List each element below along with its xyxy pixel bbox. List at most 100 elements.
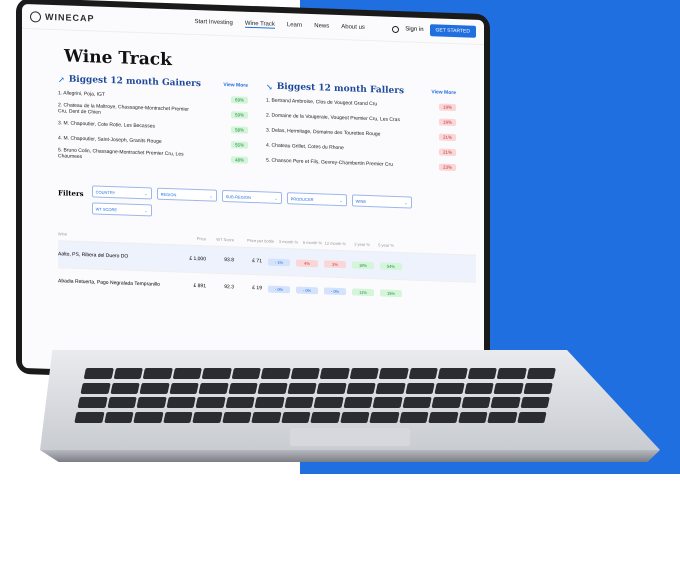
score-cell: 92.3 xyxy=(224,283,234,291)
change-6m-badge: 4% xyxy=(296,259,318,267)
wine-name: 3. Delas, Hermitage, Domaine des Tourett… xyxy=(266,127,381,138)
nav-learn[interactable]: Learn xyxy=(287,22,302,30)
laptop-deck xyxy=(40,350,660,450)
get-started-button[interactable]: GET STARTED xyxy=(429,24,476,38)
laptop-front-edge xyxy=(40,450,660,462)
select-label: REGION xyxy=(160,191,177,197)
column-header-wine[interactable]: Wine xyxy=(58,231,168,240)
change-3y-badge: 18% xyxy=(352,260,374,269)
fallers-title: Biggest 12 month Fallers xyxy=(276,81,405,97)
chevron-down-icon: ⌄ xyxy=(144,207,148,213)
laptop-screen: WINECAP Start Investing Wine Track Learn… xyxy=(22,3,484,385)
trade-cell: £ 19 xyxy=(252,284,262,292)
change-12m-badge: - 0% xyxy=(324,286,346,295)
change-badge: 21% xyxy=(438,132,456,141)
chevron-down-icon: ⌄ xyxy=(274,195,278,201)
wine-select[interactable]: WINE ⌄ xyxy=(351,194,412,209)
region-select[interactable]: REGION ⌄ xyxy=(156,187,217,202)
movers-panels: ↗ Biggest 12 month Gainers View More 1. … xyxy=(58,74,474,177)
price-cell: £ 1,000 xyxy=(189,255,206,263)
change-badge: 59% xyxy=(230,110,248,119)
chevron-down-icon: ⌄ xyxy=(339,197,343,203)
wine-name: 2. Chateau de la Maltroye, Chassagne-Mon… xyxy=(58,102,189,116)
logo-icon xyxy=(30,10,41,23)
change-6m-badge: - 0% xyxy=(296,286,318,294)
wine-name: 2. Domaine de la Vougeraie, Vougeot Prem… xyxy=(266,112,400,124)
fallers-panel: ↘ Biggest 12 month Fallers View More 1. … xyxy=(266,81,456,176)
wine-cell: Abadia Retuerta, Pago Negralada Temprani… xyxy=(58,278,160,288)
price-cell: £ 891 xyxy=(193,282,206,290)
touchpad xyxy=(290,428,410,446)
change-3m-badge: - 1% xyxy=(268,258,290,266)
wine-name: 1. Bertrand Ambroise, Clos de Vougeot Gr… xyxy=(266,97,378,108)
fallers-view-more-link[interactable]: View More xyxy=(431,89,456,96)
chevron-down-icon: ⌄ xyxy=(209,192,213,199)
change-badge: 58% xyxy=(230,125,248,134)
change-badge: 69% xyxy=(230,95,248,104)
logo[interactable]: WINECAP xyxy=(30,10,95,24)
sub-region-select[interactable]: SUB-REGION ⌄ xyxy=(221,189,282,204)
nav-news[interactable]: News xyxy=(314,23,329,31)
country-select[interactable]: COUNTRY ⌄ xyxy=(91,185,152,200)
select-label: WINE xyxy=(355,198,367,204)
chevron-down-icon: ⌄ xyxy=(144,190,148,196)
wine-name: 5. Chanson Pere et Fils, Gevrey-Chambert… xyxy=(266,157,393,168)
column-header-12m[interactable]: 12 month % xyxy=(322,240,346,247)
filter-selects: COUNTRY ⌄ REGION ⌄ SUB-REGION ⌄ PRODUCER ⌄ W… xyxy=(91,185,412,225)
nav-about-us[interactable]: About us xyxy=(341,24,365,32)
select-label: COUNTRY xyxy=(95,189,116,195)
filters-section: Filters COUNTRY ⌄ REGION ⌄ SUB-REGION ⌄ PRO… xyxy=(58,184,484,228)
column-header-3m[interactable]: 3 month % xyxy=(274,239,298,245)
filters-label: Filters xyxy=(58,188,84,199)
column-header-6m[interactable]: 6 month % xyxy=(298,240,322,246)
nav-right: Sign in GET STARTED xyxy=(392,23,476,38)
change-badge: 19% xyxy=(438,102,456,111)
column-header-score[interactable]: WT Score xyxy=(206,236,234,243)
select-label: WT SCORE xyxy=(95,206,118,212)
wine-name: 4. M. Chapoutier, Saint-Joseph, Granits … xyxy=(58,135,162,145)
column-header-price-per-bottle[interactable]: Price per bottle xyxy=(234,237,274,244)
change-badge: 48% xyxy=(230,155,248,164)
list-item[interactable]: 5. Chanson Pere et Fils, Gevrey-Chambert… xyxy=(266,154,456,173)
gainers-title: Biggest 12 month Gainers xyxy=(68,74,201,90)
column-header-3y[interactable]: 3 year % xyxy=(346,241,370,248)
change-3y-badge: 11% xyxy=(352,287,374,296)
gainers-panel: ↗ Biggest 12 month Gainers View More 1. … xyxy=(58,74,248,169)
search-icon[interactable] xyxy=(392,25,400,33)
change-badge: 23% xyxy=(438,162,456,171)
nav-wine-track[interactable]: Wine Track xyxy=(244,20,275,29)
laptop: WINECAP Start Investing Wine Track Learn… xyxy=(0,0,680,474)
change-badge: 55% xyxy=(230,140,248,149)
ports xyxy=(46,554,66,560)
logo-text: WINECAP xyxy=(45,11,95,24)
trend-up-icon: ↗ xyxy=(58,74,65,85)
select-label: SUB-REGION xyxy=(225,193,251,200)
gainers-view-more-link[interactable]: View More xyxy=(223,82,248,89)
change-12m-badge: 3% xyxy=(324,259,346,268)
change-5y-badge: 15% xyxy=(380,288,402,297)
change-badge: 19% xyxy=(438,117,456,126)
nav-start-investing[interactable]: Start Investing xyxy=(195,18,233,26)
keyboard xyxy=(74,368,556,424)
wine-name: 1. Allegrini, Poja, IGT xyxy=(58,90,105,98)
select-label: PRODUCER xyxy=(290,195,314,202)
score-cell: 93.8 xyxy=(224,256,234,264)
trade-cell: £ 71 xyxy=(252,257,262,265)
laptop-base xyxy=(40,350,660,470)
wt-score-select[interactable]: WT SCORE ⌄ xyxy=(91,202,152,217)
wine-cell: Aalto, PS, Ribera del Duero DO xyxy=(58,251,129,260)
wine-name: 4. Chateau Grillet, Cotes du Rhone xyxy=(266,142,344,152)
wine-name: 3. M. Chapoutier, Cote Rotie, Les Becass… xyxy=(58,120,155,130)
change-5y-badge: 54% xyxy=(380,261,402,270)
column-header-price[interactable]: Price xyxy=(168,235,206,241)
change-badge: 21% xyxy=(438,147,456,156)
list-item[interactable]: 5. Bruno Colin, Chassagne-Montrachet Pre… xyxy=(58,147,248,166)
chevron-down-icon: ⌄ xyxy=(404,199,408,205)
sign-in-link[interactable]: Sign in xyxy=(405,26,423,33)
change-3m-badge: - 0% xyxy=(268,285,290,293)
wine-name: 5. Bruno Colin, Chassagne-Montrachet Pre… xyxy=(58,147,184,161)
producer-select[interactable]: PRODUCER ⌄ xyxy=(286,192,347,207)
column-header-5y[interactable]: 5 year % xyxy=(370,242,394,248)
nav-links: Start Investing Wine Track Learn News Ab… xyxy=(195,18,365,31)
trend-down-icon: ↘ xyxy=(266,81,273,92)
